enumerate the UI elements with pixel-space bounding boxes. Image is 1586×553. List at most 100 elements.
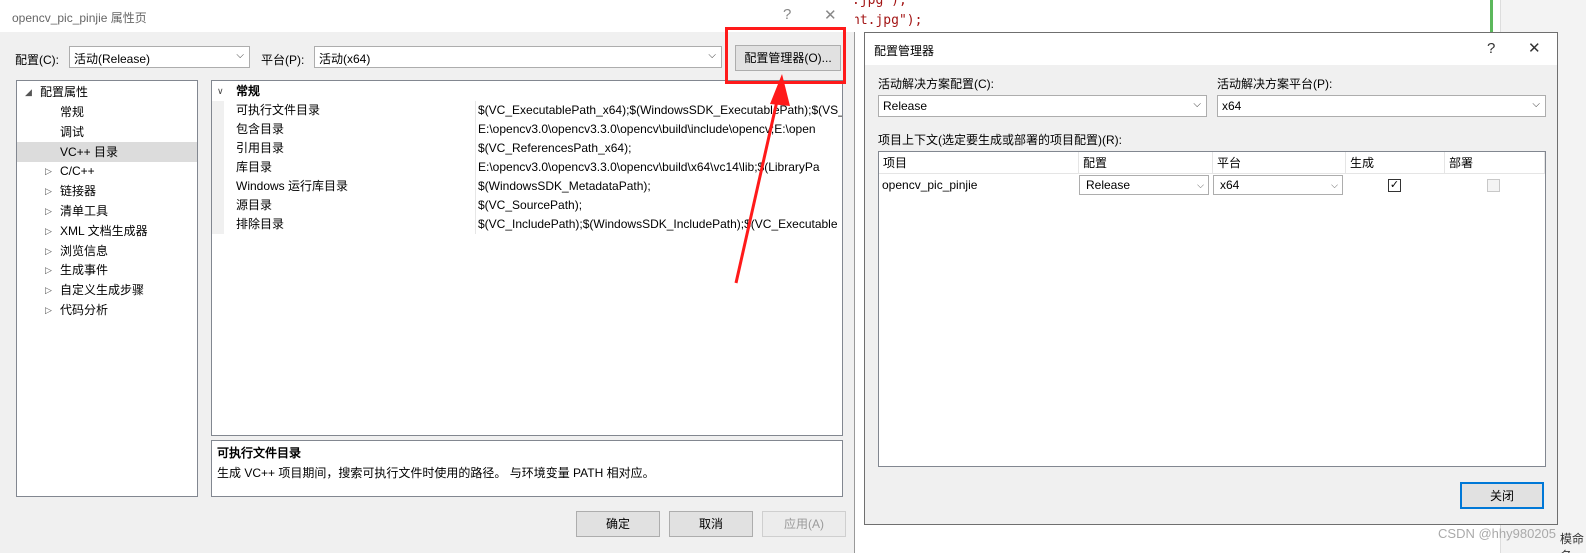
property-value[interactable]: $(VC_IncludePath);$(WindowsSDK_IncludePa…: [478, 215, 838, 234]
deploy-checkbox[interactable]: [1487, 179, 1500, 192]
active-platform-label: 活动解决方案平台(P):: [1217, 77, 1333, 91]
apply-button[interactable]: 应用(A): [762, 511, 846, 537]
property-name: 源目录: [236, 198, 273, 212]
tree-item[interactable]: ▷ 清单工具: [17, 201, 197, 221]
close-icon[interactable]: ✕: [1528, 39, 1541, 57]
property-value[interactable]: E:\opencv3.0\opencv3.3.0\opencv\build\in…: [478, 120, 816, 139]
project-context-label: 项目上下文(选定要生成或部署的项目配置)(R):: [878, 133, 1122, 147]
platform-select[interactable]: 活动(x64) ⌵: [314, 46, 722, 68]
property-row[interactable]: 可执行文件目录 $(VC_ExecutablePath_x64);$(Window…: [212, 101, 842, 120]
column-header-project[interactable]: 项目: [879, 152, 1079, 174]
property-row[interactable]: 源目录 $(VC_SourcePath);: [212, 196, 842, 215]
config-manager-dialog: 配置管理器 ? ✕ 活动解决方案配置(C): Release ⌵ 活动解决方案平…: [864, 32, 1558, 525]
property-name: 排除目录: [236, 217, 285, 231]
tree-item[interactable]: 调试: [17, 122, 197, 142]
expand-icon[interactable]: ▷: [45, 221, 52, 241]
property-tree: ◢ 配置属性 常规 调试 VC++ 目录 ▷ C/C++ ▷ 链接器 ▷ 清单工具 ▷ XML 文档…: [16, 80, 198, 497]
project-config-table: 项目 配置 平台 生成 部署 opencv_pic_pinjie Release…: [878, 151, 1546, 467]
property-value[interactable]: $(VC_SourcePath);: [478, 196, 582, 215]
expanded-icon: ◢: [25, 87, 32, 97]
platform-label: 平台(P):: [261, 53, 305, 67]
project-name: opencv_pic_pinjie: [882, 178, 978, 192]
title-bar: 配置管理器 ? ✕: [865, 33, 1557, 65]
tree-item-label: 常规: [60, 105, 85, 119]
tree-item[interactable]: ▷ 链接器: [17, 181, 197, 201]
expand-icon[interactable]: ▷: [45, 280, 52, 300]
property-row[interactable]: 包含目录 E:\opencv3.0\opencv3.3.0\opencv\buil…: [212, 120, 842, 139]
row-gutter: [212, 158, 224, 177]
expand-icon[interactable]: ▷: [45, 260, 52, 280]
expand-icon[interactable]: ▷: [45, 201, 52, 221]
chevron-down-icon: ⌵: [1197, 180, 1204, 190]
grid-divider: [475, 101, 476, 234]
grid-section-header[interactable]: ∨ 常规: [212, 82, 842, 101]
close-icon[interactable]: ✕: [824, 6, 837, 24]
window-title: 配置管理器: [874, 44, 935, 58]
property-row[interactable]: 排除目录 $(VC_IncludePath);$(WindowsSDK_Inclu…: [212, 215, 842, 234]
build-checkbox[interactable]: ✓: [1388, 179, 1401, 192]
side-text: 模命名: [1560, 532, 1585, 553]
close-button[interactable]: 关闭: [1460, 482, 1544, 509]
ok-button[interactable]: 确定: [576, 511, 660, 537]
tree-item[interactable]: ▷ 代码分析: [17, 300, 197, 320]
platform-value: 活动(x64): [319, 52, 371, 66]
expand-icon[interactable]: ▷: [45, 181, 52, 201]
property-value[interactable]: $(VC_ExecutablePath_x64);$(WindowsSDK_Ex…: [478, 101, 842, 120]
chevron-down-icon: ⌵: [1331, 180, 1338, 190]
config-select[interactable]: 活动(Release) ⌵: [69, 46, 250, 68]
property-value[interactable]: $(WindowsSDK_MetadataPath);: [478, 177, 651, 196]
column-header-config[interactable]: 配置: [1079, 152, 1213, 174]
row-gutter: [212, 139, 224, 158]
property-name: 可执行文件目录: [236, 103, 321, 117]
tree-item[interactable]: 常规: [17, 102, 197, 122]
watermark: CSDN @hhy980205: [1438, 526, 1556, 541]
help-icon[interactable]: ?: [783, 6, 791, 23]
help-icon[interactable]: ?: [1487, 40, 1495, 57]
property-name: 引用目录: [236, 141, 285, 155]
cancel-button[interactable]: 取消: [669, 511, 753, 537]
tree-item-label: VC++ 目录: [60, 144, 119, 159]
expand-icon[interactable]: ▷: [45, 161, 52, 181]
description-title: 可执行文件目录: [217, 446, 302, 460]
active-platform-select[interactable]: x64 ⌵: [1217, 95, 1546, 117]
tree-root[interactable]: ◢ 配置属性: [17, 82, 197, 102]
chevron-down-icon: ⌵: [1193, 99, 1201, 110]
column-header-platform[interactable]: 平台: [1213, 152, 1346, 174]
property-row[interactable]: Windows 运行库目录 $(WindowsSDK_MetadataPath);: [212, 177, 842, 196]
active-config-label: 活动解决方案配置(C):: [878, 77, 994, 91]
tree-item[interactable]: ▷ 自定义生成步骤: [17, 280, 197, 300]
row-gutter: [212, 177, 224, 196]
description-panel: 可执行文件目录 生成 VC++ 项目期间，搜索可执行文件时使用的路径。 与环境变…: [211, 440, 843, 497]
property-row[interactable]: 库目录 E:\opencv3.0\opencv3.3.0\opencv\build…: [212, 158, 842, 177]
highlight-box: [725, 27, 846, 84]
window-title: opencv_pic_pinjie 属性页: [12, 11, 147, 25]
chevron-down-icon: ⌵: [1532, 99, 1540, 110]
description-text: 生成 VC++ 项目期间，搜索可执行文件时使用的路径。 与环境变量 PATH 相…: [217, 466, 655, 480]
column-header-deploy[interactable]: 部署: [1445, 152, 1545, 174]
collapse-icon: ∨: [217, 86, 224, 96]
property-value[interactable]: $(VC_ReferencesPath_x64);: [478, 139, 631, 158]
config-label: 配置(C):: [15, 53, 59, 67]
expand-icon[interactable]: ▷: [45, 300, 52, 320]
active-config-select[interactable]: Release ⌵: [878, 95, 1207, 117]
tree-item-label: 清单工具: [60, 204, 109, 218]
tree-item[interactable]: ▷ XML 文档生成器: [17, 221, 197, 241]
config-value: 活动(Release): [74, 52, 151, 66]
tree-item[interactable]: ▷ 生成事件: [17, 260, 197, 280]
tree-item[interactable]: ▷ 浏览信息: [17, 241, 197, 261]
column-header-build[interactable]: 生成: [1346, 152, 1445, 174]
tree-item-label: 自定义生成步骤: [60, 283, 145, 298]
expand-icon[interactable]: ▷: [45, 241, 52, 261]
tree-item[interactable]: ▷ C/C++: [17, 161, 197, 181]
tree-item-label: 调试: [60, 124, 85, 139]
row-gutter: [212, 101, 224, 120]
property-value[interactable]: E:\opencv3.0\opencv3.3.0\opencv\build\x6…: [478, 158, 820, 177]
row-gutter: [212, 120, 224, 139]
property-row[interactable]: 引用目录 $(VC_ReferencesPath_x64);: [212, 139, 842, 158]
tree-item-label: 链接器: [60, 184, 97, 199]
tree-item[interactable]: VC++ 目录: [17, 141, 197, 162]
row-platform-select[interactable]: x64 ⌵: [1213, 175, 1343, 195]
tree-item-label: 代码分析: [60, 303, 109, 317]
property-name: 库目录: [236, 160, 273, 174]
row-config-select[interactable]: Release ⌵: [1079, 175, 1209, 195]
